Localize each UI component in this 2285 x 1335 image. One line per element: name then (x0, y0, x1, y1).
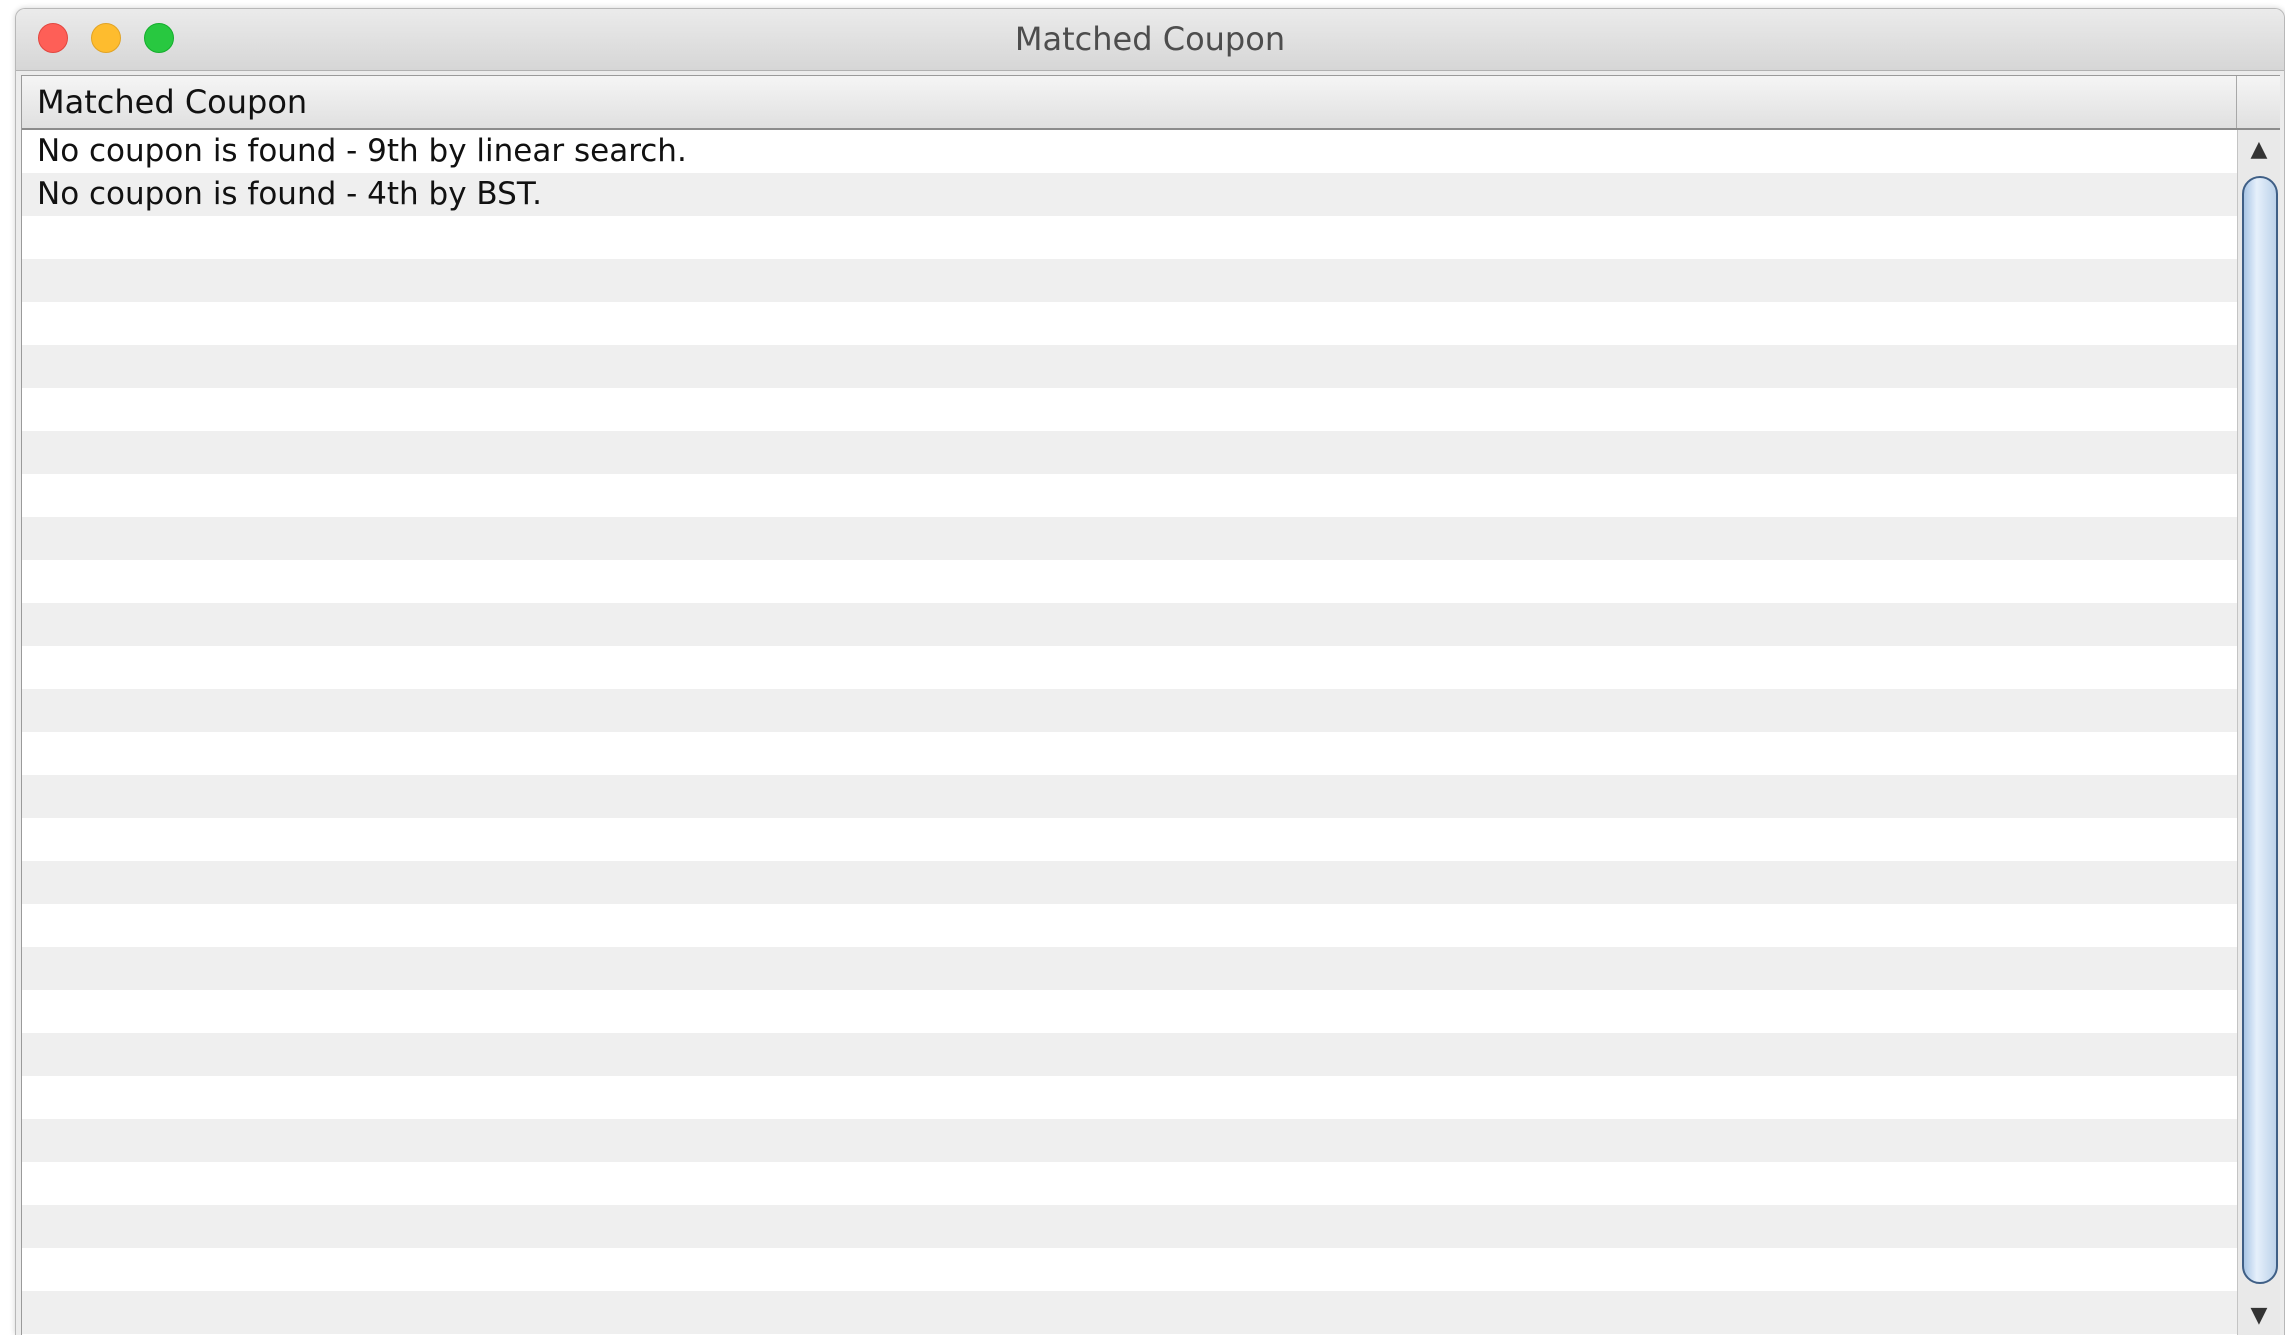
empty-table-row[interactable] (22, 990, 2237, 1033)
table-row[interactable]: No coupon is found - 4th by BST. (22, 173, 2237, 216)
empty-table-row[interactable] (22, 1162, 2237, 1205)
empty-table-row[interactable] (22, 646, 2237, 689)
empty-table-row[interactable] (22, 345, 2237, 388)
empty-table-row[interactable] (22, 904, 2237, 947)
empty-table-row[interactable] (22, 1119, 2237, 1162)
empty-table-row[interactable] (22, 1033, 2237, 1076)
empty-table-row[interactable] (22, 388, 2237, 431)
empty-table-row[interactable] (22, 517, 2237, 560)
empty-table-row[interactable] (22, 216, 2237, 259)
scroll-up-arrow-icon[interactable]: ▲ (2238, 130, 2280, 170)
empty-table-row[interactable] (22, 818, 2237, 861)
empty-table-row[interactable] (22, 775, 2237, 818)
empty-table-row[interactable] (22, 560, 2237, 603)
vertical-scrollbar[interactable]: ▲ ▼ (2237, 130, 2280, 1335)
empty-table-row[interactable] (22, 947, 2237, 990)
empty-table-row[interactable] (22, 302, 2237, 345)
scroll-down-arrow-icon[interactable]: ▼ (2238, 1296, 2280, 1335)
empty-table-row[interactable] (22, 1205, 2237, 1248)
empty-table-row[interactable] (22, 1248, 2237, 1291)
column-header-matched-coupon[interactable]: Matched Coupon (22, 76, 2237, 128)
empty-table-row[interactable] (22, 1076, 2237, 1119)
empty-table-row[interactable] (22, 474, 2237, 517)
empty-table-row[interactable] (22, 689, 2237, 732)
empty-table-row[interactable] (22, 732, 2237, 775)
empty-table-row[interactable] (22, 861, 2237, 904)
header-corner (2237, 76, 2280, 128)
table-header: Matched Coupon (22, 76, 2280, 130)
empty-table-row[interactable] (22, 603, 2237, 646)
empty-table-row[interactable] (22, 259, 2237, 302)
coupon-table: Matched Coupon No coupon is found - 9th … (21, 75, 2280, 1335)
scroll-thumb[interactable] (2242, 176, 2278, 1284)
window-title: Matched Coupon (1014, 20, 1286, 58)
app-window: Matched Coupon Matched Coupon No coupon … (15, 8, 2285, 1335)
table-row[interactable]: No coupon is found - 9th by linear searc… (22, 130, 2237, 173)
empty-table-row[interactable] (22, 1291, 2237, 1334)
table-body: No coupon is found - 9th by linear searc… (22, 130, 2237, 1335)
title-bar: Matched Coupon (16, 9, 2284, 71)
empty-table-row[interactable] (22, 431, 2237, 474)
